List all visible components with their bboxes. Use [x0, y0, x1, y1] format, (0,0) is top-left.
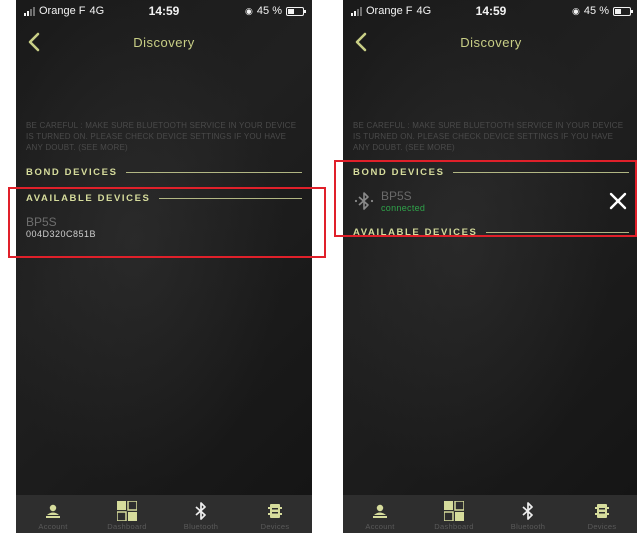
alarm-icon: ◉ [245, 5, 253, 16]
bond-devices-header: BOND DEVICES [343, 163, 637, 181]
battery-percent: 45 % [583, 5, 609, 17]
bonded-device-item[interactable]: BP5S connected [343, 185, 637, 217]
connection-status: connected [381, 202, 426, 213]
available-device-item[interactable]: BP5S 004D320C851B [16, 215, 312, 239]
device-mac-address: 004D320C851B [26, 229, 97, 239]
network-type: 4G [416, 5, 432, 17]
tab-label: Bluetooth [510, 522, 546, 531]
tab-label: Account [38, 522, 68, 531]
divider [158, 197, 302, 199]
screenshot-comparison: Orange F 4G 14:59 ◉ 45 % Discovery BE CA… [0, 0, 637, 533]
remove-device-button[interactable] [607, 190, 629, 212]
tab-dashboard[interactable]: Dashboard [417, 495, 491, 533]
tab-devices[interactable]: Devices [565, 495, 637, 533]
page-title: Discovery [133, 34, 195, 50]
devices-icon [268, 504, 282, 518]
divider [125, 171, 302, 173]
signal-icon [24, 6, 35, 16]
tab-label: Dashboard [107, 522, 147, 531]
divider [485, 231, 629, 233]
bond-devices-label: BOND DEVICES [26, 166, 118, 178]
status-time: 14:59 [475, 4, 507, 18]
available-devices-label: AVAILABLE DEVICES [26, 192, 151, 204]
alarm-icon: ◉ [572, 5, 580, 16]
battery-icon [612, 6, 633, 16]
available-devices-header: AVAILABLE DEVICES [16, 189, 312, 207]
tab-label: Bluetooth [183, 522, 219, 531]
tab-bluetooth[interactable]: Bluetooth [491, 495, 565, 533]
available-devices-label: AVAILABLE DEVICES [353, 226, 478, 238]
bluetooth-icon [195, 502, 206, 520]
tab-label: Devices [587, 522, 617, 531]
tab-dashboard[interactable]: Dashboard [90, 495, 164, 533]
battery-percent: 45 % [256, 5, 282, 17]
dashboard-icon [444, 501, 464, 521]
back-button[interactable] [349, 28, 373, 56]
tab-bar: Account Dashboard Bluetooth Devices [343, 495, 637, 533]
carrier-name: Orange F [39, 5, 86, 17]
tab-account[interactable]: Account [16, 495, 90, 533]
carrier-name: Orange F [366, 5, 413, 17]
status-bar: Orange F 4G 14:59 ◉ 45 % [343, 0, 637, 22]
devices-icon [595, 504, 609, 518]
back-chevron-icon [355, 32, 367, 52]
phone-screen-after: Orange F 4G 14:59 ◉ 45 % Discovery BE CA… [343, 0, 637, 533]
network-type: 4G [89, 5, 105, 17]
tab-bar: Account Dashboard Bluetooth Devices [16, 495, 312, 533]
tab-label: Devices [260, 522, 290, 531]
tab-devices[interactable]: Devices [238, 495, 312, 533]
signal-icon [351, 6, 362, 16]
bluetooth-icon [354, 192, 374, 210]
device-name: BP5S [381, 188, 412, 203]
tab-label: Account [365, 522, 395, 531]
dashboard-icon [117, 501, 137, 521]
bond-devices-header: BOND DEVICES [16, 163, 312, 181]
nav-bar: Discovery [16, 22, 312, 62]
nav-bar: Discovery [343, 22, 637, 62]
tab-account[interactable]: Account [343, 495, 417, 533]
bluetooth-warning[interactable]: BE CAREFUL : MAKE SURE BLUETOOTH SERVICE… [353, 120, 629, 153]
person-icon [46, 504, 60, 518]
bluetooth-warning[interactable]: BE CAREFUL : MAKE SURE BLUETOOTH SERVICE… [26, 120, 302, 153]
back-chevron-icon [28, 32, 40, 52]
tab-label: Dashboard [434, 522, 474, 531]
page-title: Discovery [460, 34, 522, 50]
close-icon [609, 192, 627, 210]
back-button[interactable] [22, 28, 46, 56]
phone-screen-before: Orange F 4G 14:59 ◉ 45 % Discovery BE CA… [16, 0, 312, 533]
battery-icon [285, 6, 306, 16]
divider [452, 171, 629, 173]
status-bar: Orange F 4G 14:59 ◉ 45 % [16, 0, 312, 22]
bluetooth-icon [522, 502, 533, 520]
bond-devices-label: BOND DEVICES [353, 166, 445, 178]
status-time: 14:59 [148, 4, 180, 18]
device-name: BP5S [26, 215, 57, 229]
person-icon [373, 504, 387, 518]
available-devices-header: AVAILABLE DEVICES [343, 223, 637, 241]
tab-bluetooth[interactable]: Bluetooth [164, 495, 238, 533]
